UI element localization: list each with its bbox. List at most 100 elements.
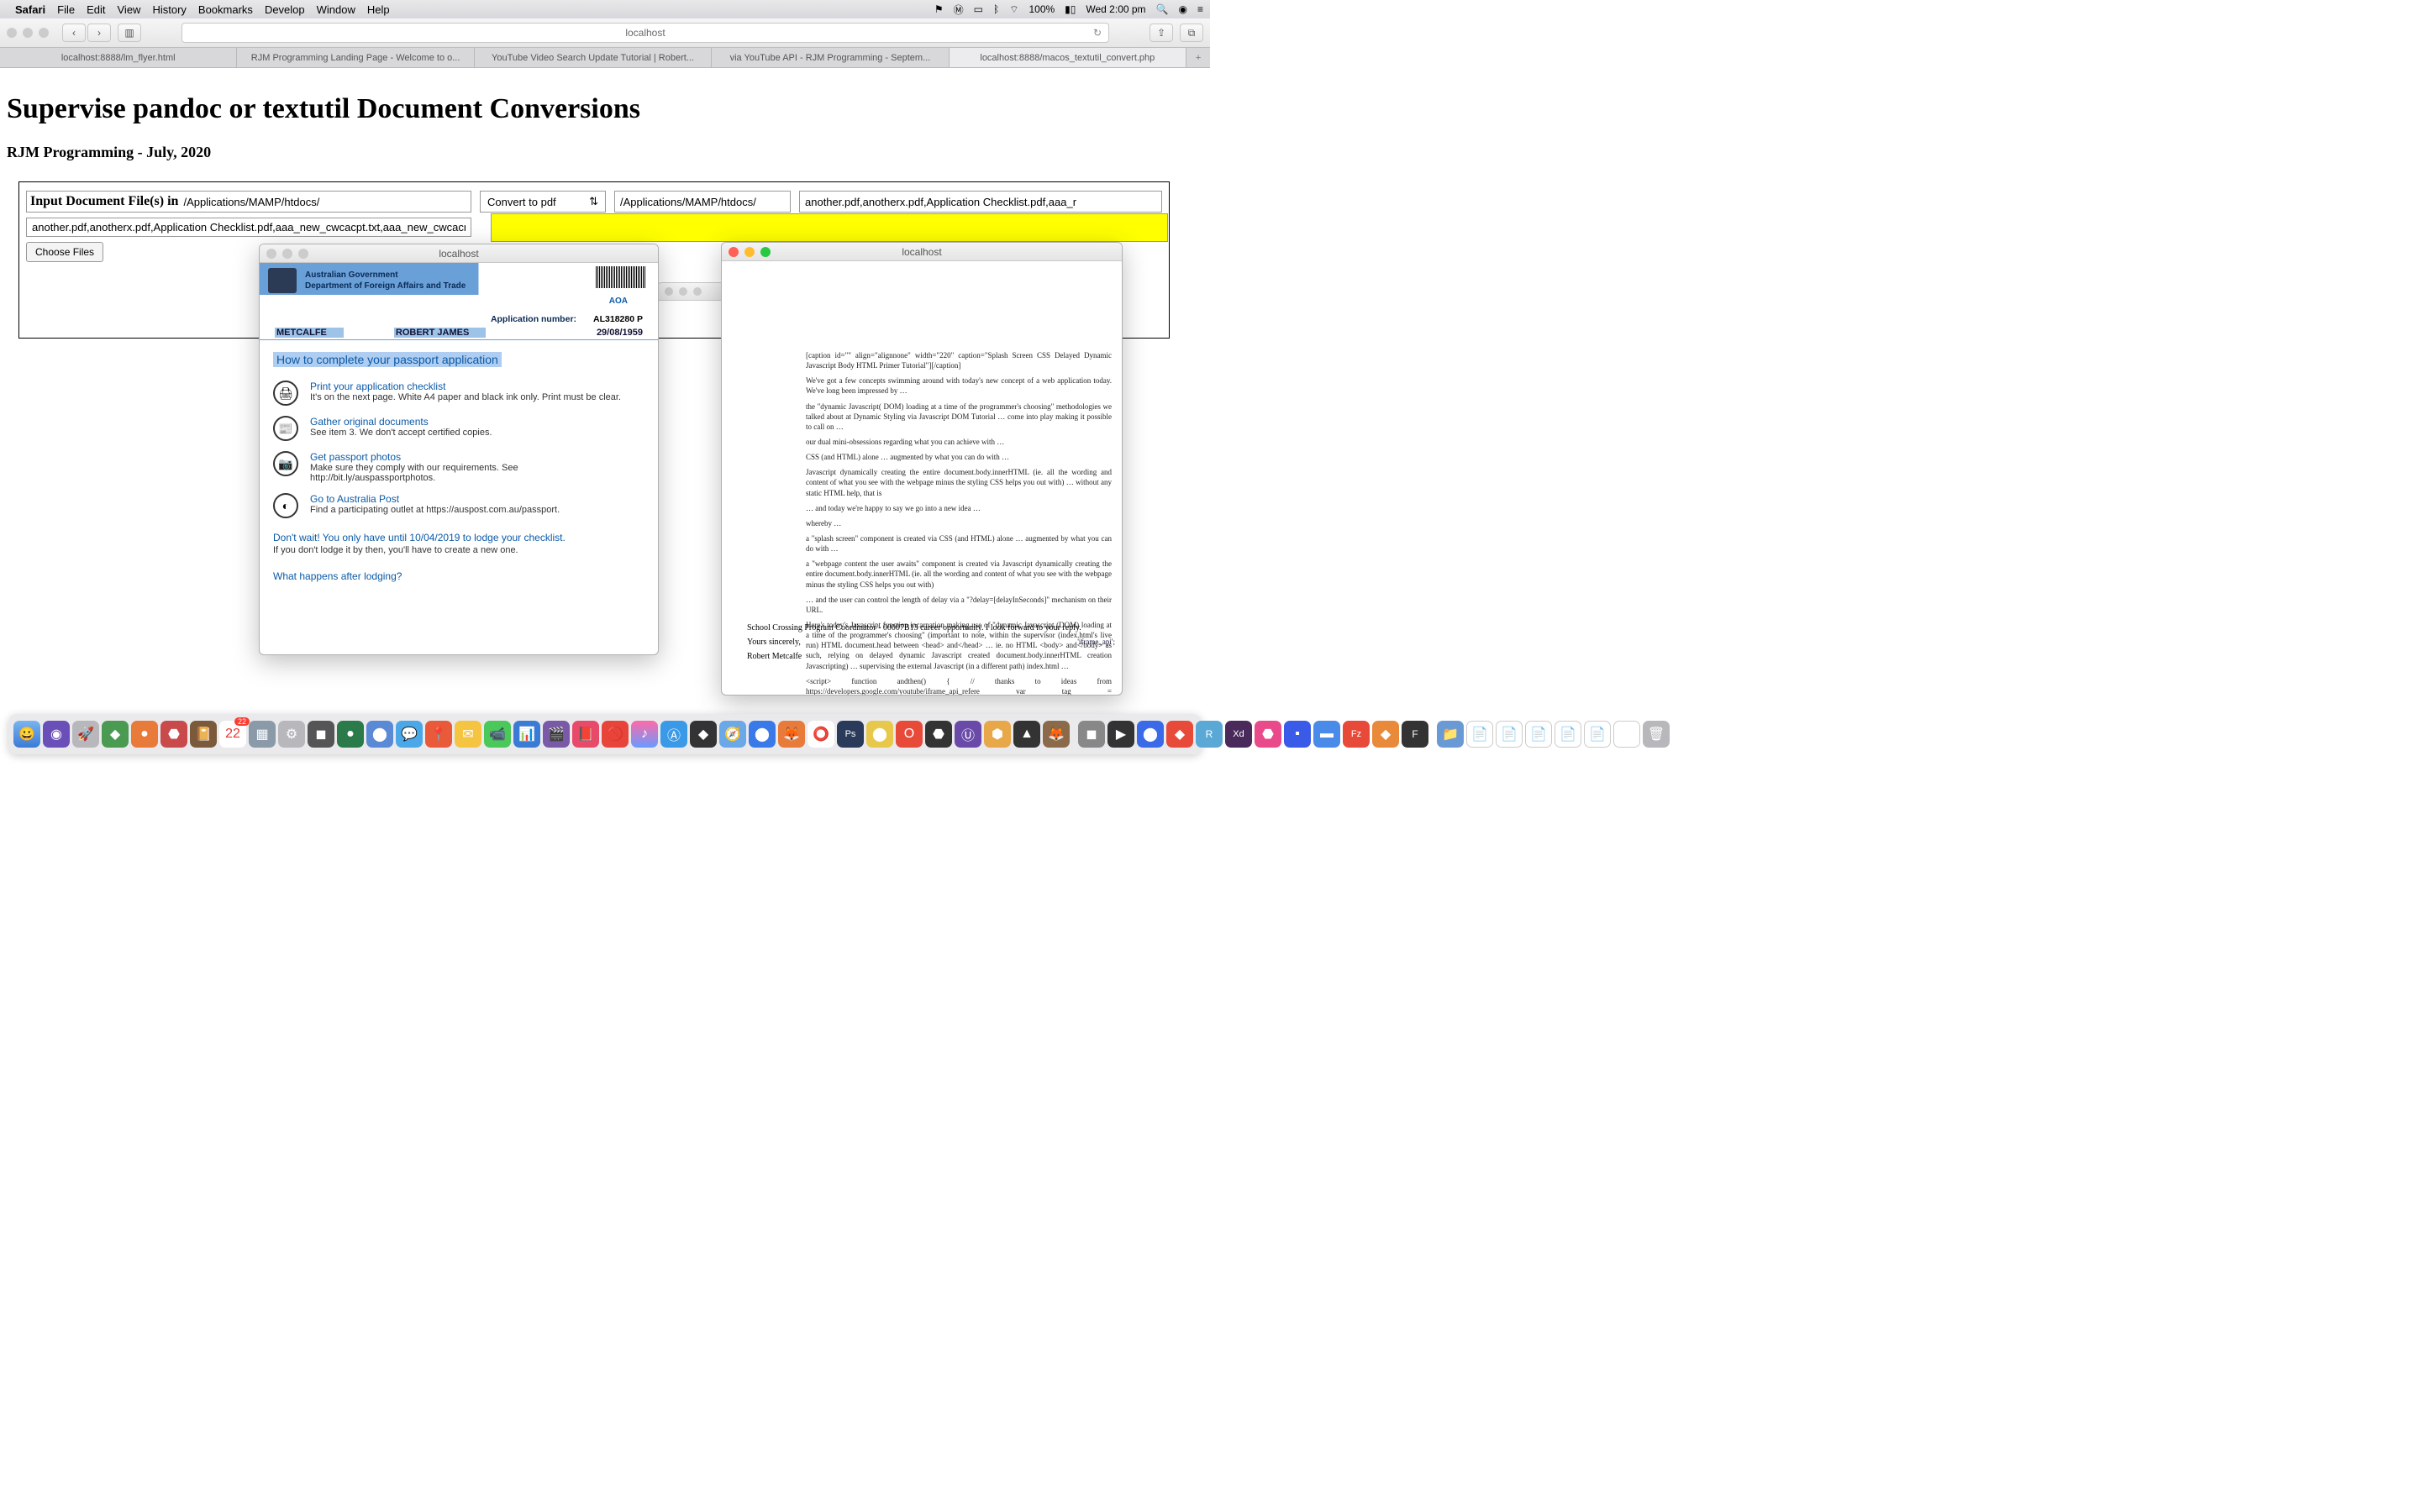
- downloads-icon[interactable]: 📁: [1437, 721, 1464, 748]
- output-directory-field[interactable]: [614, 191, 791, 213]
- menu-bookmarks[interactable]: Bookmarks: [198, 3, 253, 16]
- photoshop-icon[interactable]: Ps: [837, 721, 864, 748]
- app-icon[interactable]: ●: [131, 721, 158, 748]
- browser-tab-active[interactable]: localhost:8888/macos_textutil_convert.ph…: [950, 48, 1186, 67]
- browser-tab[interactable]: YouTube Video Search Update Tutorial | R…: [475, 48, 712, 67]
- app-icon[interactable]: ⬣: [925, 721, 952, 748]
- menu-history[interactable]: History: [152, 3, 186, 16]
- airplay-icon[interactable]: ▭: [974, 3, 983, 15]
- contacts-icon[interactable]: 📔: [190, 721, 217, 748]
- app-icon[interactable]: ✉: [455, 721, 481, 748]
- app-icon[interactable]: ▪: [1284, 721, 1311, 748]
- menu-file[interactable]: File: [57, 3, 75, 16]
- app-icon[interactable]: ⬤: [866, 721, 893, 748]
- doc-stack-icon[interactable]: 📄: [1496, 721, 1523, 748]
- zoom-window-icon[interactable]: [39, 28, 49, 38]
- safari-icon[interactable]: 🧭: [719, 721, 746, 748]
- app-icon[interactable]: ◼: [308, 721, 334, 748]
- app-icon[interactable]: ▦: [249, 721, 276, 748]
- doc-stack-icon[interactable]: 📄: [1584, 721, 1611, 748]
- app-icon[interactable]: ◆: [1166, 721, 1193, 748]
- status-icon[interactable]: ⚑: [934, 3, 944, 15]
- app-name[interactable]: Safari: [15, 3, 45, 16]
- back-button[interactable]: ‹: [62, 24, 86, 42]
- clock[interactable]: Wed 2:00 pm: [1086, 3, 1145, 15]
- app-icon[interactable]: 💬: [396, 721, 423, 748]
- app-icon[interactable]: ◆: [102, 721, 129, 748]
- doc-stack-icon[interactable]: 📄: [1466, 721, 1493, 748]
- appstore-icon[interactable]: Ⓐ: [660, 721, 687, 748]
- rstudio-icon[interactable]: R: [1196, 721, 1223, 748]
- output-files-field[interactable]: [799, 191, 1162, 213]
- sidebar-button[interactable]: ▥: [118, 24, 141, 42]
- close-window-icon[interactable]: [665, 287, 673, 296]
- app-icon[interactable]: ⬢: [984, 721, 1011, 748]
- app-icon[interactable]: 📍: [425, 721, 452, 748]
- spotlight-icon[interactable]: 🔍: [1156, 3, 1169, 15]
- browser-tab[interactable]: RJM Programming Landing Page - Welcome t…: [237, 48, 474, 67]
- forward-button[interactable]: ›: [87, 24, 111, 42]
- finder-icon[interactable]: 😀: [13, 721, 40, 748]
- doc-stack-icon[interactable]: 📄: [1555, 721, 1581, 748]
- app-icon[interactable]: ◆: [1372, 721, 1399, 748]
- app-icon[interactable]: ◆: [690, 721, 717, 748]
- app-icon[interactable]: ●: [337, 721, 364, 748]
- app-icon[interactable]: Ⓤ: [955, 721, 981, 748]
- app-icon[interactable]: ⬤: [749, 721, 776, 748]
- firefox-icon[interactable]: 🦊: [778, 721, 805, 748]
- launchpad-icon[interactable]: 🚀: [72, 721, 99, 748]
- popup-body[interactable]: [caption id="" align="alignnone" width="…: [722, 261, 1122, 695]
- app-icon[interactable]: 🎬: [543, 721, 570, 748]
- popup-body[interactable]: Australian Government Department of Fore…: [260, 263, 658, 654]
- zoom-window-icon[interactable]: [760, 247, 771, 257]
- siri-icon[interactable]: ◉: [43, 721, 70, 748]
- menu-develop[interactable]: Develop: [265, 3, 305, 16]
- notification-center-icon[interactable]: ≡: [1197, 3, 1203, 15]
- browser-tab[interactable]: localhost:8888/lm_flyer.html: [0, 48, 237, 67]
- app-icon[interactable]: 📕: [572, 721, 599, 748]
- minimize-window-icon[interactable]: [23, 28, 33, 38]
- app-icon[interactable]: 🚫: [602, 721, 629, 748]
- doc-stack-icon[interactable]: 📄: [1525, 721, 1552, 748]
- close-window-icon[interactable]: [266, 249, 276, 259]
- itunes-icon[interactable]: ♪: [631, 721, 658, 748]
- terminal-icon[interactable]: ▶: [1107, 721, 1134, 748]
- minimize-window-icon[interactable]: [744, 247, 755, 257]
- popup-titlebar[interactable]: localhost: [722, 243, 1122, 261]
- menu-edit[interactable]: Edit: [87, 3, 105, 16]
- menu-view[interactable]: View: [118, 3, 141, 16]
- chrome-icon[interactable]: ⭕: [808, 721, 834, 748]
- calendar-icon[interactable]: 22: [219, 721, 246, 748]
- xd-icon[interactable]: Xd: [1225, 721, 1252, 748]
- close-window-icon[interactable]: [729, 247, 739, 257]
- app-icon[interactable]: ◼: [1078, 721, 1105, 748]
- choose-files-button[interactable]: Choose Files: [26, 242, 103, 262]
- zoom-window-icon[interactable]: [298, 249, 308, 259]
- app-icon[interactable]: F: [1402, 721, 1428, 748]
- tabs-button[interactable]: ⧉: [1180, 24, 1203, 42]
- wifi-icon[interactable]: ⌔: [1009, 3, 1018, 16]
- app-icon[interactable]: ⚙: [278, 721, 305, 748]
- status-icon[interactable]: Ⓜ: [954, 3, 964, 17]
- share-button[interactable]: ⇪: [1150, 24, 1173, 42]
- app-icon[interactable]: ⬤: [366, 721, 393, 748]
- convert-format-select[interactable]: Convert to pdf⇅: [480, 191, 606, 213]
- opera-icon[interactable]: O: [896, 721, 923, 748]
- filezilla-icon[interactable]: Fz: [1343, 721, 1370, 748]
- popup-titlebar[interactable]: localhost: [260, 244, 658, 263]
- app-icon[interactable]: ⬣: [1255, 721, 1281, 748]
- zoom-window-icon[interactable]: [693, 287, 702, 296]
- new-tab-button[interactable]: +: [1186, 48, 1210, 67]
- minimize-window-icon[interactable]: [679, 287, 687, 296]
- close-window-icon[interactable]: [7, 28, 17, 38]
- doc-stack-icon[interactable]: 🖼: [1613, 721, 1640, 748]
- facetime-icon[interactable]: 📹: [484, 721, 511, 748]
- gimp-icon[interactable]: 🦊: [1043, 721, 1070, 748]
- app-icon[interactable]: 📊: [513, 721, 540, 748]
- app-icon[interactable]: ▲: [1013, 721, 1040, 748]
- address-bar[interactable]: localhost ↻: [182, 23, 1109, 43]
- siri-icon[interactable]: ◉: [1179, 3, 1187, 15]
- input-directory-field[interactable]: [183, 196, 467, 208]
- bluetooth-icon[interactable]: ᛒ: [993, 3, 999, 15]
- app-icon[interactable]: ⬤: [1137, 721, 1164, 748]
